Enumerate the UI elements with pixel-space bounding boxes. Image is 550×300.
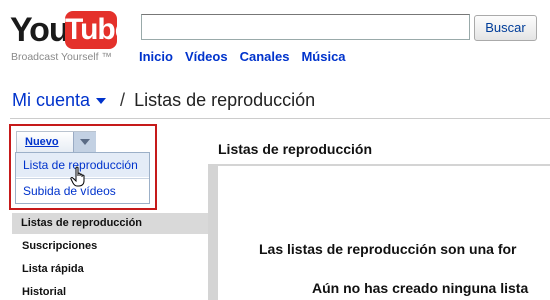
empty-state-line-1: Las listas de reproducción son una for (259, 241, 517, 257)
header-divider (10, 118, 550, 119)
nav-musica[interactable]: Música (301, 49, 345, 64)
logo-you-text: You (10, 11, 70, 49)
sidebar-item-playlists[interactable]: Listas de reproducción (21, 217, 142, 229)
breadcrumb: Mi cuenta / Listas de reproducción (12, 90, 315, 111)
account-menu-link[interactable]: Mi cuenta (12, 90, 90, 111)
sidebar-item-quicklist[interactable]: Lista rápida (22, 263, 84, 275)
page-title: Listas de reproducción (134, 90, 316, 110)
nav-canales[interactable]: Canales (240, 49, 290, 64)
main-panel-title: Listas de reproducción (218, 141, 373, 157)
nav-inicio[interactable]: Inicio (139, 49, 173, 64)
logo-tube-text: Tube (65, 11, 131, 49)
sidebar-divider (208, 166, 218, 300)
youtube-logo[interactable]: You Tube Broadcast Yourself ™ (10, 10, 131, 64)
search-button[interactable]: Buscar (474, 15, 537, 41)
logo-tagline: Broadcast Yourself ™ (11, 51, 112, 63)
sidebar-item-subscriptions[interactable]: Suscripciones (22, 240, 97, 252)
empty-state-line-2: Aún no has creado ninguna lista (312, 280, 529, 296)
sidebar-item-history[interactable]: Historial (22, 286, 66, 298)
nav-videos[interactable]: Vídeos (185, 49, 228, 64)
main-panel-top-border (208, 164, 550, 166)
search-input[interactable] (141, 14, 470, 40)
hand-pointer-icon (70, 166, 85, 187)
account-dropdown-icon[interactable] (96, 97, 107, 104)
top-nav: Inicio Vídeos Canales Música (139, 49, 346, 64)
breadcrumb-separator: / (120, 90, 126, 110)
